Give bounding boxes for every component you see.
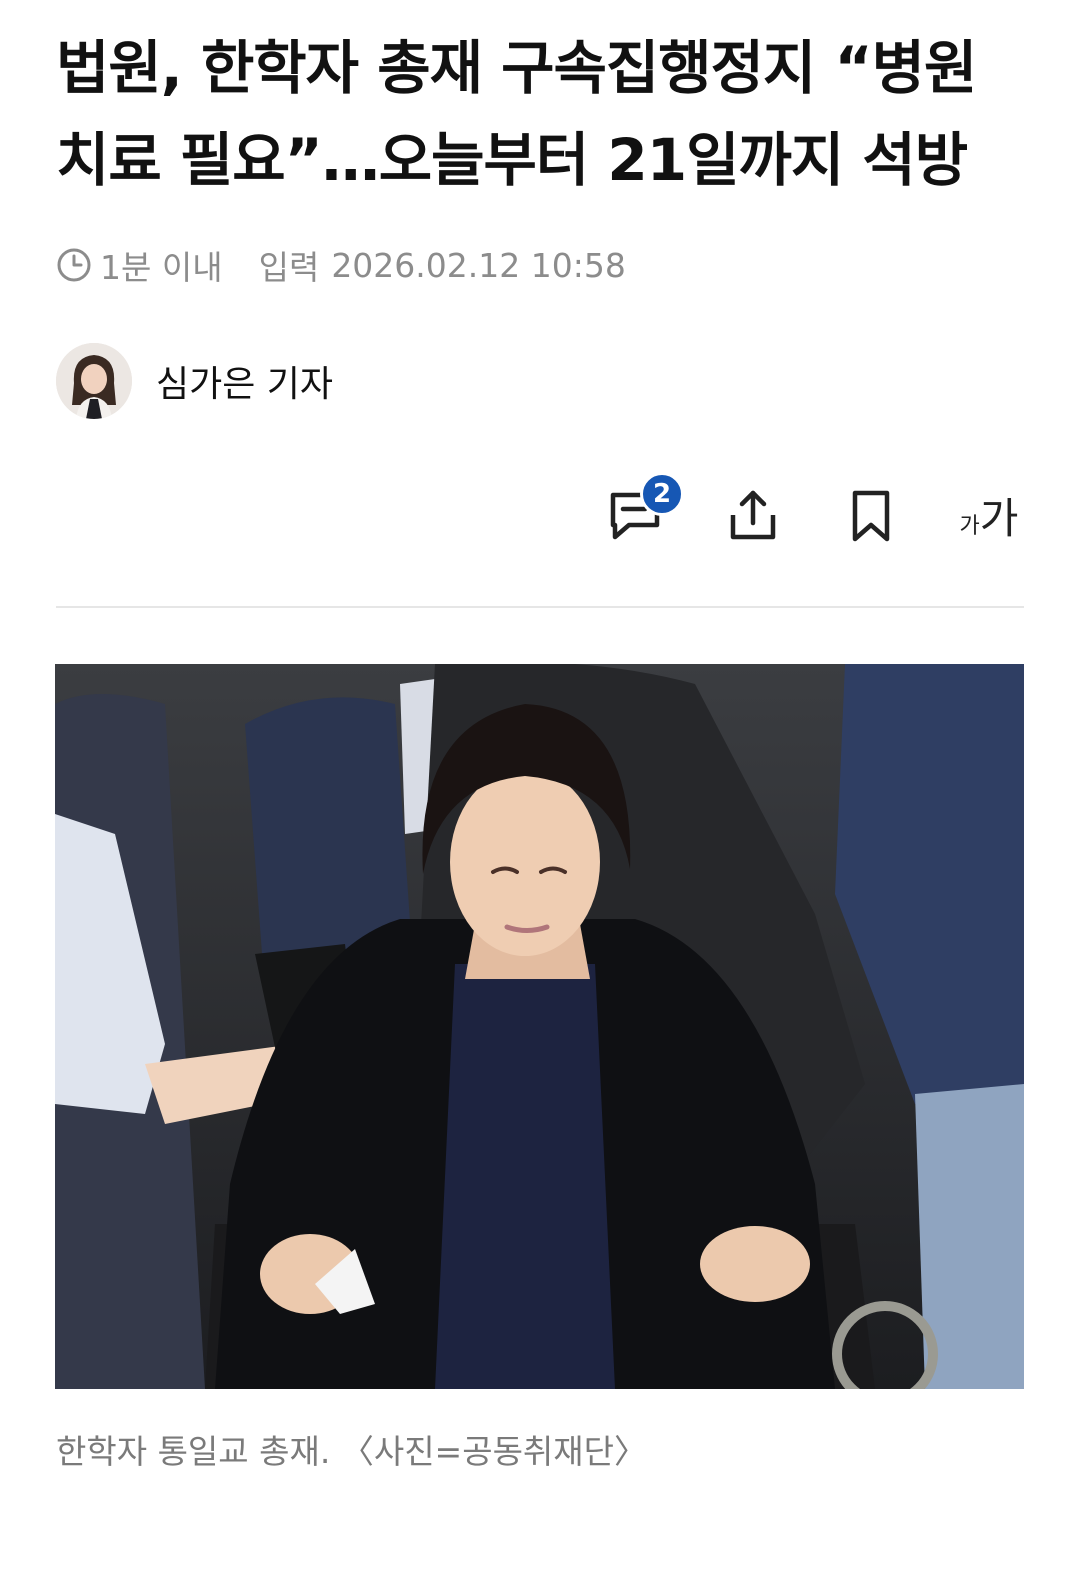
published-date: 2026.02.12 10:58 (331, 245, 626, 285)
font-size-button[interactable]: 가가 (954, 480, 1024, 550)
clock-icon (57, 248, 91, 282)
reporter-avatar[interactable] (56, 343, 132, 419)
share-icon (730, 490, 776, 540)
header-divider (56, 606, 1024, 608)
comment-count-badge: 2 (640, 472, 684, 516)
bookmark-button[interactable] (836, 480, 906, 550)
reporter-name[interactable]: 심가은 기자 (156, 355, 333, 407)
font-big-glyph: 가 (979, 493, 1019, 543)
photo-caption: 한학자 통일교 총재. 〈사진=공동취재단〉 (56, 1432, 648, 1471)
font-small-glyph: 가 (959, 513, 980, 539)
article-toolbar: 2 가가 (552, 470, 1024, 560)
share-button[interactable] (718, 480, 788, 550)
article-meta: 1분 이내 입력 2026.02.12 10:58 (56, 240, 626, 290)
bookmark-icon (852, 490, 890, 542)
read-time: 1분 이내 (100, 248, 223, 287)
comment-button[interactable]: 2 (600, 472, 684, 550)
reporter-byline[interactable]: 심가은 기자 (56, 343, 333, 419)
article-photo[interactable] (55, 664, 1024, 1389)
font-size-icon: 가가 (960, 485, 1019, 546)
published-label: 입력 (258, 248, 320, 287)
article-page: 법원, 한학자 총재 구속집행정지 “병원 치료 필요”…오늘부터 21일까지 … (0, 0, 1080, 1570)
article-headline: 법원, 한학자 총재 구속집행정지 “병원 치료 필요”…오늘부터 21일까지 … (56, 34, 977, 194)
